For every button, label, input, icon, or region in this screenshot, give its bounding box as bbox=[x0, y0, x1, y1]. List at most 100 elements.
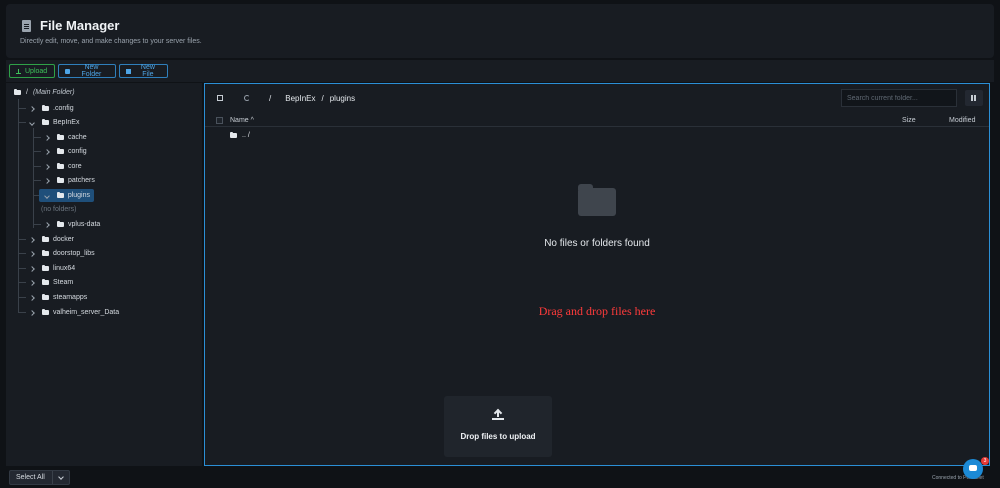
tree-item-doorstop-libs[interactable]: doorstop_libs bbox=[28, 248, 99, 259]
toggle-sidebar-icon[interactable] bbox=[217, 95, 223, 101]
tree-line bbox=[33, 166, 41, 167]
chevron-right-icon bbox=[29, 279, 35, 286]
tree-item-label: docker bbox=[53, 236, 75, 243]
new-folder-label: New Folder bbox=[81, 64, 102, 78]
chevron-right-icon bbox=[29, 236, 35, 243]
tree-line bbox=[18, 99, 19, 313]
upload-base-icon bbox=[492, 418, 504, 420]
tree-line bbox=[33, 224, 41, 225]
folder-icon bbox=[57, 177, 64, 183]
root-slash: / bbox=[26, 89, 28, 96]
breadcrumb-bepinex[interactable]: BepInEx bbox=[285, 94, 315, 103]
select-all-label: Select All bbox=[16, 474, 45, 481]
chevron-right-icon bbox=[29, 250, 35, 257]
chevron-right-icon bbox=[44, 134, 50, 141]
tree-line bbox=[18, 122, 26, 123]
empty-message: No files or folders found bbox=[544, 238, 650, 249]
column-modified[interactable]: Modified bbox=[949, 117, 975, 124]
tree-item-label: .config bbox=[53, 105, 74, 112]
folder-icon bbox=[42, 279, 49, 285]
folder-icon bbox=[42, 309, 49, 315]
chevron-right-icon bbox=[44, 163, 50, 170]
tree-item-steam[interactable]: Steam bbox=[28, 277, 77, 288]
root-label: (Main Folder) bbox=[32, 89, 75, 96]
page-subtitle: Directly edit, move, and make changes to… bbox=[20, 38, 202, 45]
upload-button[interactable]: Upload bbox=[9, 64, 55, 78]
chevron-right-icon bbox=[44, 177, 50, 184]
document-icon bbox=[22, 20, 31, 32]
tree-item-label: core bbox=[68, 163, 82, 170]
folder-icon bbox=[42, 265, 49, 271]
tree-line bbox=[18, 268, 26, 269]
tree-item-core[interactable]: core bbox=[43, 161, 86, 172]
column-size[interactable]: Size bbox=[902, 117, 916, 124]
breadcrumb-root[interactable]: / bbox=[269, 94, 271, 103]
drag-drop-hint: Drag and drop files here bbox=[538, 304, 656, 318]
parent-directory-row[interactable]: .. / bbox=[230, 132, 250, 139]
tree-item-docker[interactable]: docker bbox=[28, 234, 78, 245]
folder-icon bbox=[14, 89, 21, 95]
select-all-checkbox[interactable] bbox=[216, 117, 223, 124]
folder-icon bbox=[42, 119, 49, 125]
chevron-right-icon bbox=[29, 265, 35, 272]
tree-item-config[interactable]: config bbox=[43, 146, 91, 157]
tree-item-label: vplus-data bbox=[68, 221, 101, 228]
folder-icon bbox=[65, 68, 70, 74]
chat-button[interactable] bbox=[963, 459, 983, 479]
folder-icon bbox=[57, 148, 64, 154]
tree-item-label: BepInEx bbox=[53, 119, 80, 126]
breadcrumb-plugins[interactable]: plugins bbox=[330, 94, 355, 103]
tree-line bbox=[18, 282, 26, 283]
new-file-button[interactable]: New File bbox=[119, 64, 168, 78]
refresh-icon[interactable] bbox=[244, 95, 250, 101]
new-folder-button[interactable]: New Folder bbox=[58, 64, 116, 78]
page-header: File Manager Directly edit, move, and ma… bbox=[6, 4, 994, 58]
tree-item-label: config bbox=[68, 148, 87, 155]
tree-item-vplus-data[interactable]: vplus-data bbox=[43, 219, 104, 230]
column-name[interactable]: Name ^ bbox=[230, 117, 254, 124]
tree-line bbox=[33, 128, 34, 228]
tree-item-label: steamapps bbox=[53, 294, 88, 301]
select-all-button[interactable]: Select All bbox=[9, 470, 70, 485]
new-file-label: New File bbox=[140, 64, 155, 78]
folder-icon bbox=[42, 250, 49, 256]
folder-icon bbox=[56, 192, 64, 198]
folder-icon bbox=[57, 163, 64, 169]
chevron-down-icon bbox=[29, 119, 35, 126]
tree-item-cache[interactable]: cache bbox=[43, 132, 91, 143]
chevron-right-icon bbox=[44, 221, 50, 228]
tree-line bbox=[18, 297, 26, 298]
tree-line bbox=[18, 312, 26, 313]
file-list-panel: / BepInEx / plugins Name ^ Size Modified… bbox=[204, 83, 990, 466]
folder-tree: / (Main Folder) .config BepInEx cache co… bbox=[6, 83, 202, 466]
chevron-right-icon bbox=[29, 294, 35, 301]
chevron-right-icon bbox=[29, 309, 35, 316]
file-list-header: / BepInEx / plugins bbox=[205, 84, 989, 114]
column-name-label: Name bbox=[230, 117, 249, 124]
folder-icon bbox=[42, 236, 49, 242]
search-input[interactable] bbox=[841, 89, 957, 107]
footer-bar: Select All Connected to Pelicanet bbox=[0, 468, 1000, 488]
tree-line bbox=[33, 137, 41, 138]
tree-line bbox=[18, 253, 26, 254]
tree-root-main-folder[interactable]: / (Main Folder) bbox=[14, 89, 75, 96]
view-toggle-button[interactable] bbox=[965, 90, 983, 106]
tree-item-label: plugins bbox=[67, 192, 90, 199]
tree-line bbox=[18, 239, 26, 240]
tree-item-config-dot[interactable]: .config bbox=[28, 103, 78, 114]
chevron-down-icon[interactable] bbox=[58, 473, 64, 480]
tree-item-label: valheim_server_Data bbox=[53, 309, 120, 316]
tree-item-label: cache bbox=[68, 134, 87, 141]
tree-item-plugins[interactable]: plugins bbox=[39, 189, 94, 202]
chevron-right-icon bbox=[44, 148, 50, 155]
tree-item-linux64[interactable]: linux64 bbox=[28, 263, 79, 274]
tree-item-steamapps[interactable]: steamapps bbox=[28, 292, 91, 303]
drop-zone[interactable]: Drop files to upload bbox=[444, 396, 552, 457]
tree-item-bepinex[interactable]: BepInEx bbox=[28, 117, 83, 128]
file-toolbar: Upload New Folder New File bbox=[6, 60, 994, 82]
tree-item-valheim-server-data[interactable]: valheim_server_Data bbox=[28, 307, 123, 318]
tree-item-label: linux64 bbox=[53, 265, 76, 272]
tree-item-patchers[interactable]: patchers bbox=[43, 175, 99, 186]
folder-icon bbox=[57, 134, 64, 140]
folder-icon bbox=[230, 132, 237, 138]
